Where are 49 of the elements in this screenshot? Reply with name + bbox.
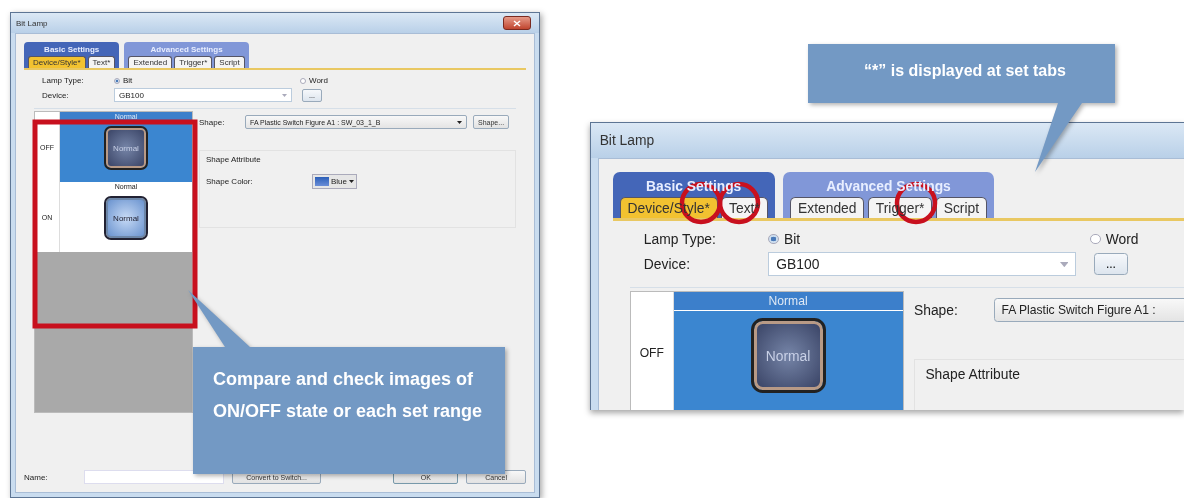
radio-label: Bit xyxy=(783,230,801,247)
field-label: Device: xyxy=(643,256,691,273)
radio-label: Word xyxy=(1105,230,1139,247)
dropdown-icon xyxy=(282,93,287,97)
tab[interactable]: Script xyxy=(214,56,245,68)
tab-group-label: Basic Settings xyxy=(646,177,742,194)
tab[interactable]: Extended xyxy=(128,56,173,68)
group-title: Shape Attribute xyxy=(206,155,262,164)
state-header: Normal xyxy=(673,292,903,311)
tab[interactable]: Script xyxy=(935,197,987,218)
lamp-preview: Normal xyxy=(753,320,823,391)
tab[interactable]: Text* xyxy=(87,56,116,68)
field-label: Name: xyxy=(24,472,49,482)
radio-option[interactable]: Word xyxy=(300,76,360,85)
group-title: Shape Attribute xyxy=(925,366,1021,383)
window-title: Bit Lamp xyxy=(16,18,48,28)
radio-label: Bit xyxy=(123,76,133,85)
radio-option[interactable]: Bit xyxy=(768,230,873,247)
field-label: Shape Color: xyxy=(206,177,254,186)
window-title: Bit Lamp xyxy=(599,132,655,149)
lamp-preview: Normal xyxy=(106,128,146,168)
field-label: Lamp Type: xyxy=(42,76,85,85)
field-label: Shape: xyxy=(914,302,959,319)
tab-group-label: Basic Settings xyxy=(44,45,100,54)
field-label: Device: xyxy=(42,90,70,100)
device-field[interactable]: GB100 xyxy=(768,252,1077,277)
device-field[interactable]: GB100 xyxy=(114,88,292,102)
tab[interactable]: Trigger* xyxy=(174,56,213,68)
field-label: Lamp Type: xyxy=(643,230,717,247)
callout-text: Compare and check images of ON/OFF state or each set range xyxy=(213,368,483,423)
dropdown-icon xyxy=(349,180,354,183)
tab[interactable]: Device/Style* xyxy=(28,56,86,68)
dropdown-icon xyxy=(457,120,462,124)
radio-option[interactable]: Bit xyxy=(114,76,174,85)
name-field[interactable] xyxy=(83,470,224,484)
browse-button[interactable]: ... xyxy=(1093,252,1129,276)
shape-select[interactable]: FA Plastic Switch Figure A1 : xyxy=(993,298,1184,323)
radio-option[interactable]: Word xyxy=(1090,230,1184,247)
close-icon xyxy=(513,19,521,27)
tab[interactable]: Extended xyxy=(790,197,865,218)
lamp-preview: Normal xyxy=(106,198,146,238)
callout-text: “*” is displayed at set tabs xyxy=(863,62,1067,80)
close-button[interactable] xyxy=(503,16,531,30)
field-label: Shape: xyxy=(199,117,226,127)
dropdown-icon xyxy=(1059,261,1069,267)
state-label: OFF xyxy=(631,292,674,410)
radio-label: Word xyxy=(309,76,328,85)
color-select[interactable]: Blue xyxy=(312,174,357,189)
tab-group-label: Advanced Settings xyxy=(150,45,223,54)
